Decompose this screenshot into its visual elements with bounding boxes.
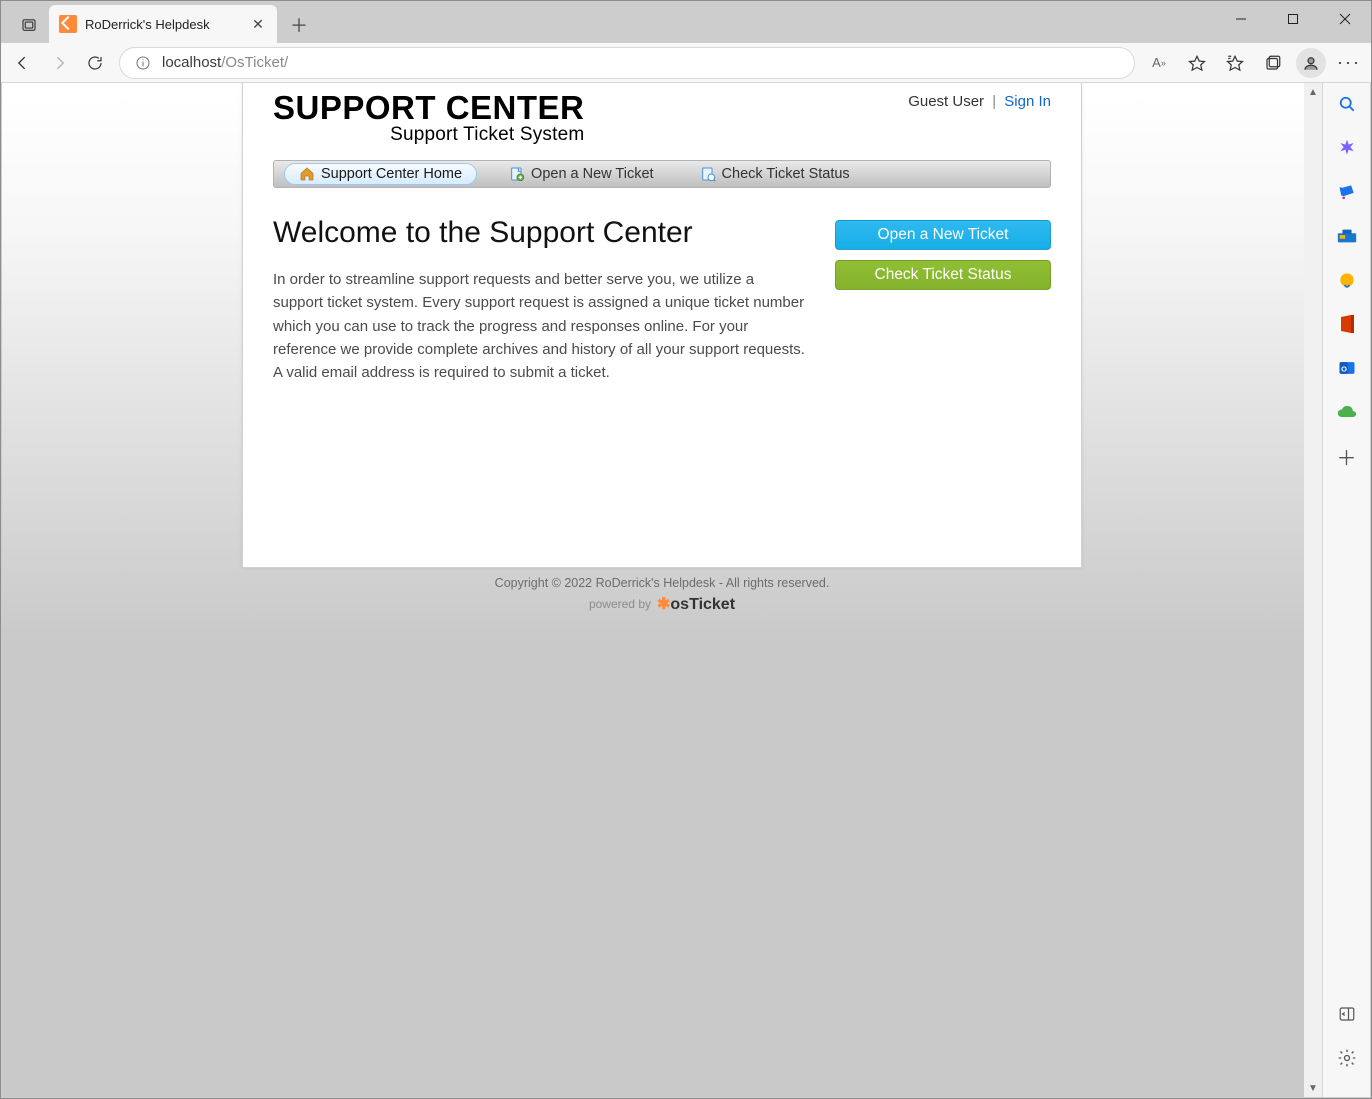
- nav-home-label: Support Center Home: [321, 166, 462, 182]
- site-info-icon[interactable]: [132, 52, 154, 74]
- sidebar-drive-icon[interactable]: [1334, 399, 1360, 425]
- page-viewport: SUPPORT CENTER Support Ticket System Gue…: [2, 83, 1322, 1097]
- read-aloud-button[interactable]: A»: [1141, 45, 1177, 81]
- forward-button[interactable]: [41, 45, 77, 81]
- browser-window: RoDerrick's Helpdesk ✕ ＋ localhost/OsTic…: [0, 0, 1372, 1099]
- address-bar[interactable]: localhost/OsTicket/: [119, 47, 1135, 79]
- home-icon: [299, 166, 315, 182]
- page-header: SUPPORT CENTER Support Ticket System Gue…: [273, 83, 1051, 146]
- favorite-button[interactable]: [1179, 45, 1215, 81]
- tab-favicon-icon: [59, 15, 77, 33]
- user-box: Guest User | Sign In: [908, 91, 1051, 110]
- minimize-button[interactable]: [1215, 1, 1267, 37]
- tab-actions-button[interactable]: [13, 9, 45, 41]
- footer: Copyright © 2022 RoDerrick's Helpdesk - …: [2, 576, 1322, 614]
- sidebar-hide-button[interactable]: [1334, 1001, 1360, 1027]
- open-ticket-button[interactable]: Open a New Ticket: [835, 220, 1051, 250]
- powered-by[interactable]: powered by ✱osTicket: [2, 594, 1322, 614]
- close-window-button[interactable]: [1319, 1, 1371, 37]
- browser-tab[interactable]: RoDerrick's Helpdesk ✕: [49, 5, 277, 43]
- maximize-button[interactable]: [1267, 1, 1319, 37]
- check-status-button[interactable]: Check Ticket Status: [835, 260, 1051, 290]
- scroll-up-button[interactable]: ▲: [1304, 83, 1322, 101]
- sidebar-office-icon[interactable]: [1334, 311, 1360, 337]
- separator-text: |: [992, 93, 996, 110]
- vertical-scrollbar[interactable]: ▲ ▼: [1304, 83, 1322, 1097]
- scroll-down-button[interactable]: ▼: [1304, 1079, 1322, 1097]
- profile-button[interactable]: [1293, 45, 1329, 81]
- sidebar-outlook-icon[interactable]: O: [1334, 355, 1360, 381]
- browser-toolbar: localhost/OsTicket/ A» ···: [1, 43, 1371, 83]
- content-left: Welcome to the Support Center In order t…: [273, 216, 807, 384]
- sign-in-link[interactable]: Sign In: [1004, 93, 1051, 110]
- nav-status-label: Check Ticket Status: [722, 166, 850, 182]
- main-content: Welcome to the Support Center In order t…: [273, 188, 1051, 432]
- reload-button[interactable]: [77, 45, 113, 81]
- copyright-text: Copyright © 2022 RoDerrick's Helpdesk - …: [2, 576, 1322, 590]
- titlebar: RoDerrick's Helpdesk ✕ ＋: [1, 1, 1371, 43]
- sidebar-search-icon[interactable]: [1334, 91, 1360, 117]
- sidebar-add-button[interactable]: ＋: [1334, 443, 1360, 469]
- sidebar-shopping-icon[interactable]: [1334, 179, 1360, 205]
- sidebar-discover-icon[interactable]: [1334, 135, 1360, 161]
- menu-button[interactable]: ···: [1331, 45, 1367, 81]
- site-logo[interactable]: SUPPORT CENTER Support Ticket System: [273, 91, 584, 146]
- nav-check-status[interactable]: Check Ticket Status: [686, 164, 864, 184]
- tab-close-button[interactable]: ✕: [249, 15, 267, 33]
- favorites-bar-button[interactable]: [1217, 45, 1253, 81]
- new-tab-button[interactable]: ＋: [283, 9, 315, 41]
- toolbar-right: A» ···: [1141, 45, 1367, 81]
- svg-text:O: O: [1341, 364, 1347, 373]
- logo-subtitle: Support Ticket System: [273, 124, 584, 146]
- nav-bar: Support Center Home Open a New Ticket Ch…: [273, 160, 1051, 188]
- powered-by-label: powered by: [589, 597, 651, 611]
- new-ticket-icon: [509, 166, 525, 182]
- content-right: Open a New Ticket Check Ticket Status: [835, 216, 1051, 384]
- back-button[interactable]: [5, 45, 41, 81]
- window-controls: [1215, 1, 1371, 43]
- tab-title: RoDerrick's Helpdesk: [85, 17, 249, 32]
- nav-open-label: Open a New Ticket: [531, 166, 654, 182]
- guest-user-label: Guest User: [908, 93, 984, 110]
- page-container: SUPPORT CENTER Support Ticket System Gue…: [242, 83, 1082, 568]
- nav-open-ticket[interactable]: Open a New Ticket: [495, 164, 668, 184]
- page-title: Welcome to the Support Center: [273, 216, 807, 250]
- url-text: localhost/OsTicket/: [162, 54, 288, 71]
- tab-strip: RoDerrick's Helpdesk ✕ ＋: [1, 1, 315, 43]
- edge-sidebar: O ＋: [1322, 83, 1370, 1097]
- nav-home[interactable]: Support Center Home: [284, 163, 477, 185]
- sidebar-games-icon[interactable]: [1334, 267, 1360, 293]
- logo-title: SUPPORT CENTER: [273, 91, 584, 124]
- status-icon: [700, 166, 716, 182]
- collections-button[interactable]: [1255, 45, 1291, 81]
- sidebar-settings-button[interactable]: [1334, 1045, 1360, 1071]
- intro-text: In order to streamline support requests …: [273, 268, 807, 384]
- sidebar-tools-icon[interactable]: [1334, 223, 1360, 249]
- osticket-logo-icon: ✱osTicket: [657, 594, 735, 614]
